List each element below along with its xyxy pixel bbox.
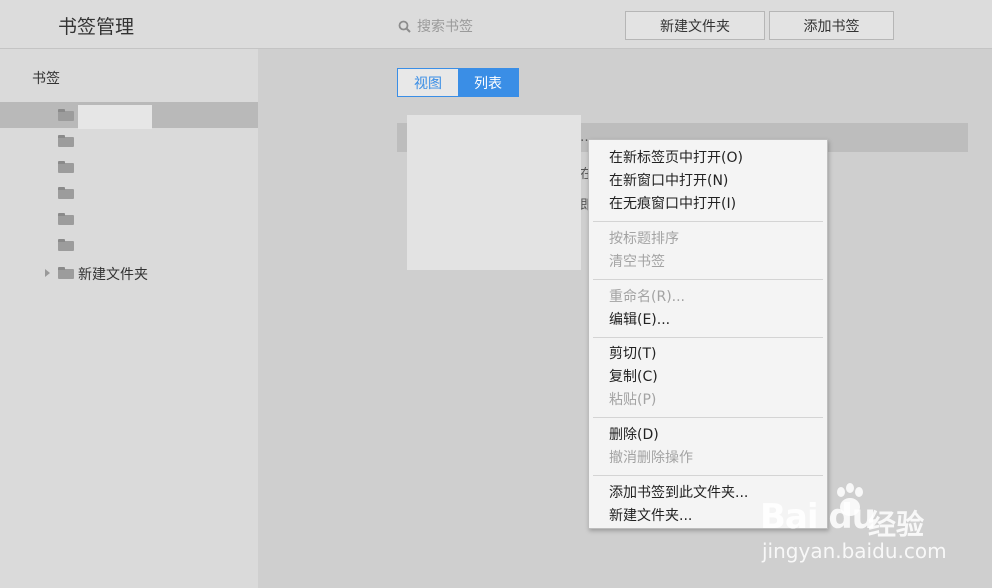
menu-item-cut[interactable]: 剪切(T) bbox=[609, 344, 656, 364]
sidebar-title: 书签 bbox=[32, 71, 60, 87]
menu-item-paste: 粘贴(P) bbox=[609, 392, 657, 408]
folder-icon bbox=[58, 239, 74, 251]
redacted-area bbox=[78, 105, 152, 129]
app-title: 书签管理 bbox=[58, 16, 135, 38]
watermark-text: 经验 bbox=[868, 508, 925, 541]
watermark: Bai du 经验 jingyan.baidu.com bbox=[760, 483, 992, 588]
search-input[interactable]: 搜索书签 bbox=[398, 16, 473, 36]
add-bookmark-button[interactable]: 添加书签 bbox=[769, 11, 894, 40]
folder-icon bbox=[58, 135, 74, 147]
menu-item-open-new-window[interactable]: 在新窗口中打开(N) bbox=[609, 171, 728, 191]
folder-icon bbox=[58, 109, 74, 121]
expand-arrow-icon[interactable] bbox=[45, 269, 50, 277]
menu-item-copy[interactable]: 复制(C) bbox=[609, 367, 658, 387]
sidebar-folder-item-new-folder[interactable]: 新建文件夹 bbox=[0, 260, 258, 286]
menu-divider bbox=[593, 279, 823, 280]
sidebar-folder-item[interactable] bbox=[0, 232, 258, 258]
menu-item-edit[interactable]: 编辑(E)... bbox=[609, 310, 670, 330]
sidebar-folder-item[interactable] bbox=[0, 128, 258, 154]
menu-item-delete[interactable]: 删除(D) bbox=[609, 425, 659, 445]
folder-icon bbox=[58, 187, 74, 199]
folder-label: 新建文件夹 bbox=[78, 267, 148, 283]
watermark-logo: Bai du bbox=[760, 497, 876, 537]
header-bar: 书签管理 搜索书签 新建文件夹 添加书签 bbox=[0, 0, 992, 49]
menu-item-new-folder[interactable]: 新建文件夹... bbox=[609, 506, 692, 526]
menu-item-undo-delete: 撤消删除操作 bbox=[609, 450, 693, 466]
sidebar-folder-item[interactable] bbox=[0, 154, 258, 180]
menu-divider bbox=[593, 417, 823, 418]
sidebar: 书签 新建文件夹 bbox=[0, 49, 258, 588]
folder-icon bbox=[58, 161, 74, 173]
menu-item-rename: 重命名(R)... bbox=[609, 289, 686, 305]
folder-icon bbox=[58, 213, 74, 225]
menu-item-clear-bookmarks: 清空书签 bbox=[609, 254, 665, 270]
menu-divider bbox=[593, 221, 823, 222]
redacted-area bbox=[407, 115, 581, 270]
search-placeholder: 搜索书签 bbox=[417, 19, 473, 35]
menu-divider bbox=[593, 475, 823, 476]
menu-item-open-new-tab[interactable]: 在新标签页中打开(O) bbox=[609, 148, 743, 168]
menu-item-add-bookmark-to-folder[interactable]: 添加书签到此文件夹... bbox=[609, 483, 748, 503]
menu-divider bbox=[593, 337, 823, 338]
sidebar-folder-item[interactable] bbox=[0, 206, 258, 232]
folder-icon bbox=[58, 267, 74, 279]
tab-list[interactable]: 列表 bbox=[458, 69, 518, 96]
new-folder-button[interactable]: 新建文件夹 bbox=[625, 11, 765, 40]
view-mode-toggle: 视图 列表 bbox=[397, 68, 519, 97]
menu-item-sort-by-title: 按标题排序 bbox=[609, 231, 679, 247]
tab-view[interactable]: 视图 bbox=[398, 69, 458, 96]
sidebar-folder-item[interactable] bbox=[0, 180, 258, 206]
menu-item-open-incognito[interactable]: 在无痕窗口中打开(I) bbox=[609, 194, 736, 214]
context-menu: 在新标签页中打开(O) 在新窗口中打开(N) 在无痕窗口中打开(I) 按标题排序… bbox=[588, 139, 828, 529]
watermark-url: jingyan.baidu.com bbox=[762, 539, 947, 563]
search-icon bbox=[398, 20, 411, 33]
